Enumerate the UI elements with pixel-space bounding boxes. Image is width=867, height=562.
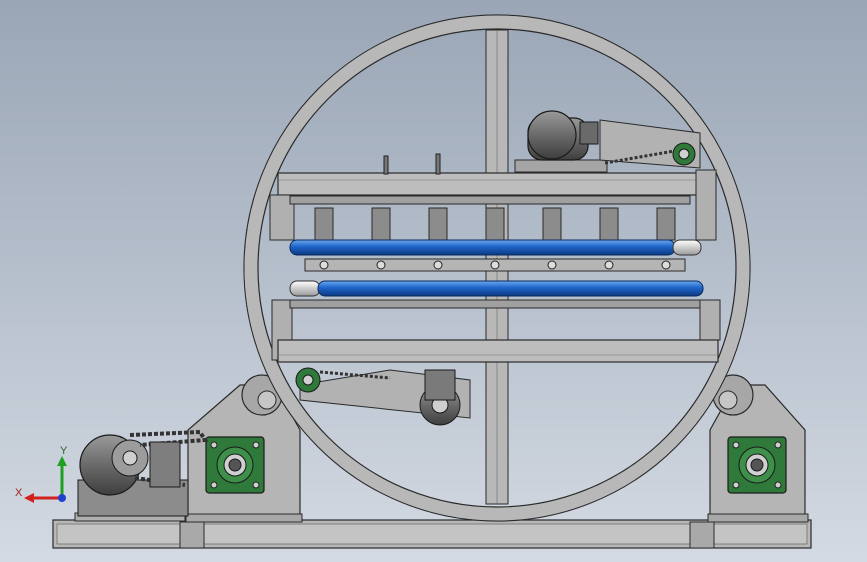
bottom-gear-motor — [77, 429, 209, 517]
pillow-block-bearing-right — [727, 436, 787, 494]
brush-roller-row — [314, 207, 676, 241]
y-axis-label: Y — [60, 445, 68, 457]
axis-triad: Y X — [15, 445, 68, 503]
middle-clamp-plate — [304, 258, 686, 272]
frame-post — [435, 153, 441, 175]
upper-blue-roller — [289, 239, 702, 256]
z-axis-dot — [58, 494, 66, 502]
x-axis-arrowhead — [24, 493, 34, 503]
lower-drive-assembly — [295, 367, 471, 426]
cad-viewport[interactable]: Y X — [0, 0, 867, 562]
top-drive-motor — [514, 110, 701, 173]
pillow-block-bearing-left — [205, 436, 265, 494]
y-axis-arrowhead — [57, 456, 67, 466]
machine-assembly-drawing: Y X — [15, 14, 812, 549]
lower-blue-roller — [289, 280, 704, 297]
x-axis-label: X — [15, 487, 23, 499]
frame-post — [383, 155, 389, 175]
base-frame — [52, 512, 812, 549]
